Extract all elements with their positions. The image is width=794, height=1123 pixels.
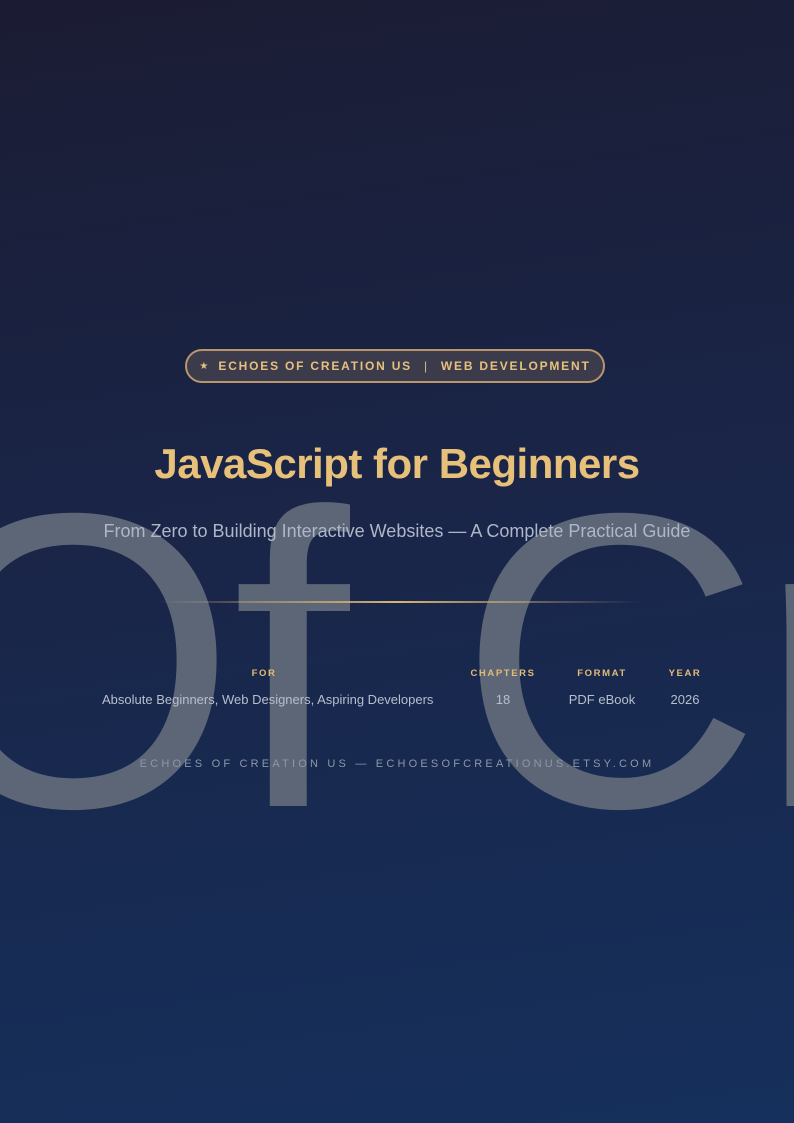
book-subtitle: From Zero to Building Interactive Websit… [103, 521, 691, 541]
meta-format-label: FORMAT [577, 668, 627, 679]
meta-for-value: Absolute Beginners, Web Designers, Aspir… [102, 692, 434, 707]
badge-separator: | [423, 359, 429, 373]
meta-chapters-value: 18 [495, 692, 511, 707]
star-icon: ★ [199, 360, 209, 372]
meta-format: FORMAT PDF eBook [566, 668, 638, 707]
meta-for-label: FOR [251, 668, 277, 679]
meta-chapters: CHAPTERS 18 [468, 668, 538, 707]
meta-year-value: 2026 [670, 692, 700, 707]
badge-brand: ECHOES OF CREATION US [218, 359, 412, 373]
badge-category: WEB DEVELOPMENT [440, 359, 591, 373]
meta-format-value: PDF eBook [568, 692, 636, 707]
book-title: JavaScript for Beginners [154, 440, 640, 487]
divider-line [155, 601, 639, 603]
meta-year: YEAR 2026 [662, 668, 708, 707]
meta-for: FOR Absolute Beginners, Web Designers, A… [102, 668, 434, 707]
cover-page: ★ ECHOES OF CREATION US | WEB DEVELOPMEN… [0, 0, 794, 1123]
brand-badge: ★ ECHOES OF CREATION US | WEB DEVELOPMEN… [185, 349, 605, 383]
meta-year-label: YEAR [668, 668, 702, 679]
footer-credit: ECHOES OF CREATION US — ECHOESOFCREATION… [139, 758, 655, 770]
meta-chapters-label: CHAPTERS [470, 668, 536, 679]
